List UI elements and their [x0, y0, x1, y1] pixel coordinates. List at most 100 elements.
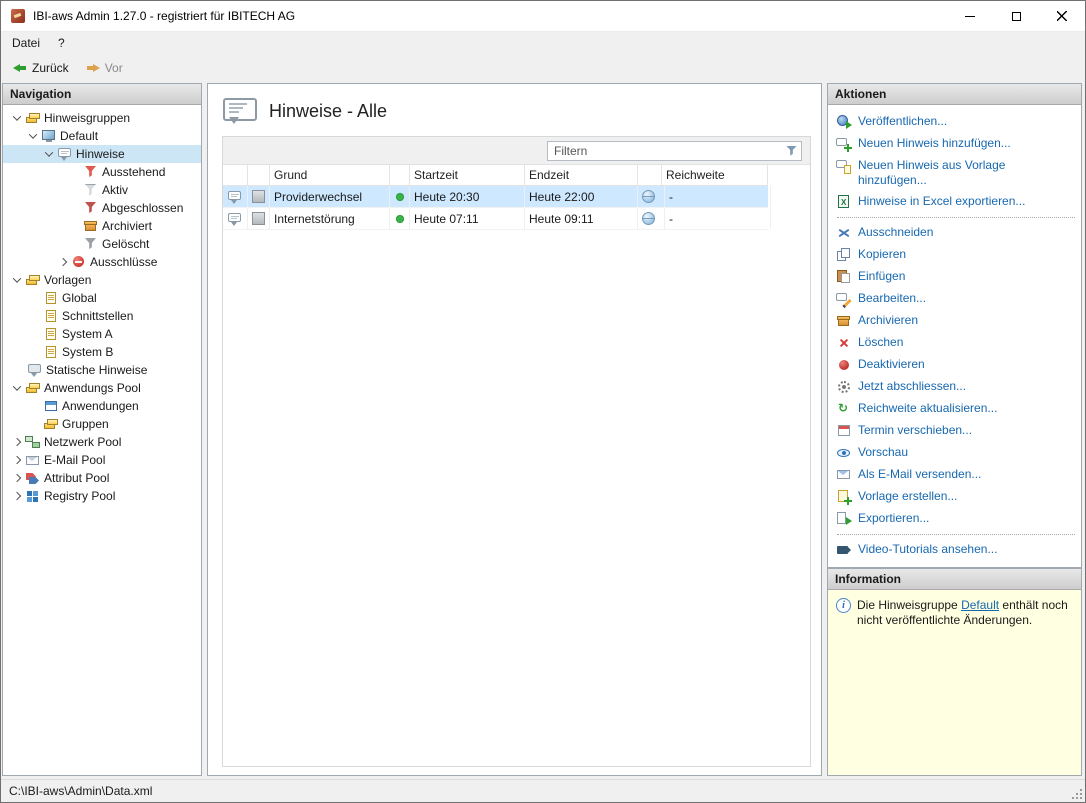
group-icon	[25, 110, 41, 126]
action-label: Reichweite aktualisieren...	[858, 401, 998, 415]
resize-grip[interactable]	[1071, 788, 1083, 800]
action-vorlage-erstellen[interactable]: Vorlage erstellen...	[835, 486, 1077, 508]
edit-icon	[836, 291, 852, 307]
forward-arrow-icon	[85, 60, 101, 76]
chevron-down-icon[interactable]	[9, 380, 25, 396]
action-kopieren[interactable]: Kopieren	[835, 244, 1077, 266]
action-excel-export[interactable]: Hinweise in Excel exportieren...	[835, 191, 1077, 213]
column-header-state-icon[interactable]	[248, 165, 270, 185]
tree-item-system-a[interactable]: System A	[3, 325, 201, 343]
default-group-link[interactable]: Default	[961, 598, 999, 612]
cell-status	[390, 186, 410, 207]
action-loeschen[interactable]: Löschen	[835, 332, 1077, 354]
tree-item-label: Ausstehend	[102, 165, 166, 179]
minimize-icon	[965, 15, 975, 17]
tree-item-global[interactable]: Global	[3, 289, 201, 307]
tree-item-label: Schnittstellen	[62, 309, 134, 323]
maximize-button[interactable]	[993, 1, 1039, 31]
filter-input[interactable]	[548, 143, 783, 158]
table-row[interactable]: Providerwechsel Heute 20:30 Heute 22:00 …	[223, 186, 771, 208]
column-header-grund[interactable]: Grund	[270, 165, 390, 185]
action-veroeffentlichen[interactable]: Veröffentlichen...	[835, 111, 1077, 133]
column-header-type[interactable]	[223, 165, 248, 185]
action-video-tutorials[interactable]: Video-Tutorials ansehen...	[835, 539, 1077, 561]
tree-item-abgeschlossen[interactable]: Abgeschlossen	[3, 199, 201, 217]
tree-item-schnittstellen[interactable]: Schnittstellen	[3, 307, 201, 325]
chevron-down-icon[interactable]	[41, 146, 57, 162]
action-neuer-hinweis[interactable]: Neuen Hinweis hinzufügen...	[835, 133, 1077, 155]
chevron-down-icon[interactable]	[9, 110, 25, 126]
action-reichweite-aktualisieren[interactable]: Reichweite aktualisieren...	[835, 398, 1077, 420]
tree-item-attribut-pool[interactable]: Attribut Pool	[3, 469, 201, 487]
action-exportieren[interactable]: Exportieren...	[835, 508, 1077, 530]
action-ausschneiden[interactable]: Ausschneiden	[835, 222, 1077, 244]
back-button[interactable]: Zurück	[5, 58, 76, 78]
column-header-reichweite-icon[interactable]	[638, 165, 662, 185]
template-page-icon	[43, 308, 59, 324]
action-deaktivieren[interactable]: Deaktivieren	[835, 354, 1077, 376]
tree-item-vorlagen[interactable]: Vorlagen	[3, 271, 201, 289]
tree-item-system-b[interactable]: System B	[3, 343, 201, 361]
action-vorschau[interactable]: Vorschau	[835, 442, 1077, 464]
publish-icon	[836, 114, 852, 130]
navigation-header: Navigation	[3, 84, 201, 105]
tree-item-aktiv[interactable]: Aktiv	[3, 181, 201, 199]
chevron-right-icon[interactable]	[9, 452, 25, 468]
action-label: Einfügen	[858, 269, 906, 283]
chevron-right-icon[interactable]	[55, 254, 71, 270]
menu-datei[interactable]: Datei	[3, 32, 49, 54]
chevron-right-icon[interactable]	[9, 434, 25, 450]
tree-item-geloescht[interactable]: Gelöscht	[3, 235, 201, 253]
tree-item-default[interactable]: Default	[3, 127, 201, 145]
chevron-right-icon[interactable]	[9, 488, 25, 504]
back-arrow-icon	[12, 60, 28, 76]
table-row[interactable]: Internetstörung Heute 07:11 Heute 09:11 …	[223, 208, 771, 230]
action-jetzt-abschliessen[interactable]: Jetzt abschliessen...	[835, 376, 1077, 398]
tree-item-gruppen[interactable]: Gruppen	[3, 415, 201, 433]
no-entry-icon	[71, 254, 87, 270]
chevron-down-icon[interactable]	[9, 272, 25, 288]
tree-item-netzwerk-pool[interactable]: Netzwerk Pool	[3, 433, 201, 451]
tree-item-anwendungs-pool[interactable]: Anwendungs Pool	[3, 379, 201, 397]
action-bearbeiten[interactable]: Bearbeiten...	[835, 288, 1077, 310]
active-dot-icon	[395, 214, 404, 223]
cell-state	[248, 208, 270, 229]
tree-item-statische-hinweise[interactable]: Statische Hinweise	[3, 361, 201, 379]
filter-funnel-icon[interactable]	[783, 142, 801, 160]
hinweis-bubble-icon	[227, 211, 243, 227]
column-header-startzeit[interactable]: Startzeit	[410, 165, 525, 185]
column-header-status[interactable]	[390, 165, 410, 185]
tree-item-label: Gelöscht	[102, 237, 150, 251]
tree-item-label: Ausschlüsse	[90, 255, 158, 269]
tree-item-email-pool[interactable]: E-Mail Pool	[3, 451, 201, 469]
action-label: Veröffentlichen...	[858, 114, 948, 128]
chevron-right-icon[interactable]	[9, 470, 25, 486]
tree-item-hinweisgruppen[interactable]: Hinweisgruppen	[3, 109, 201, 127]
action-label: Kopieren	[858, 247, 907, 261]
tree-item-ausschluesse[interactable]: Ausschlüsse	[3, 253, 201, 271]
titlebar[interactable]: IBI-aws Admin 1.27.0 - registriert für I…	[1, 1, 1085, 32]
tree-item-registry-pool[interactable]: Registry Pool	[3, 487, 201, 505]
information-text: Die Hinweisgruppe Default enthält noch n…	[857, 598, 1073, 628]
tree-item-archiviert[interactable]: Archiviert	[3, 217, 201, 235]
action-termin-verschieben[interactable]: Termin verschieben...	[835, 420, 1077, 442]
action-label: Video-Tutorials ansehen...	[858, 542, 998, 556]
minimize-button[interactable]	[947, 1, 993, 31]
column-header-endzeit[interactable]: Endzeit	[525, 165, 638, 185]
tree-item-ausstehend[interactable]: Ausstehend	[3, 163, 201, 181]
cell-reichweite-icon	[638, 208, 665, 229]
tree-item-hinweise[interactable]: Hinweise	[3, 145, 201, 163]
action-archivieren[interactable]: Archivieren	[835, 310, 1077, 332]
forward-button[interactable]: Vor	[78, 58, 130, 78]
menu-help[interactable]: ?	[49, 32, 74, 54]
window-controls	[947, 1, 1085, 31]
tree-item-anwendungen[interactable]: Anwendungen	[3, 397, 201, 415]
close-button[interactable]	[1039, 1, 1085, 31]
action-einfuegen[interactable]: Einfügen	[835, 266, 1077, 288]
action-als-email-versenden[interactable]: Als E-Mail versenden...	[835, 464, 1077, 486]
column-header-reichweite[interactable]: Reichweite	[662, 165, 768, 185]
action-hinweis-aus-vorlage[interactable]: Neuen Hinweis aus Vorlage hinzufügen...	[835, 155, 1077, 191]
chevron-down-icon[interactable]	[25, 128, 41, 144]
filter-bar	[223, 137, 810, 165]
table-header-row: Grund Startzeit Endzeit Reichweite	[223, 165, 768, 186]
